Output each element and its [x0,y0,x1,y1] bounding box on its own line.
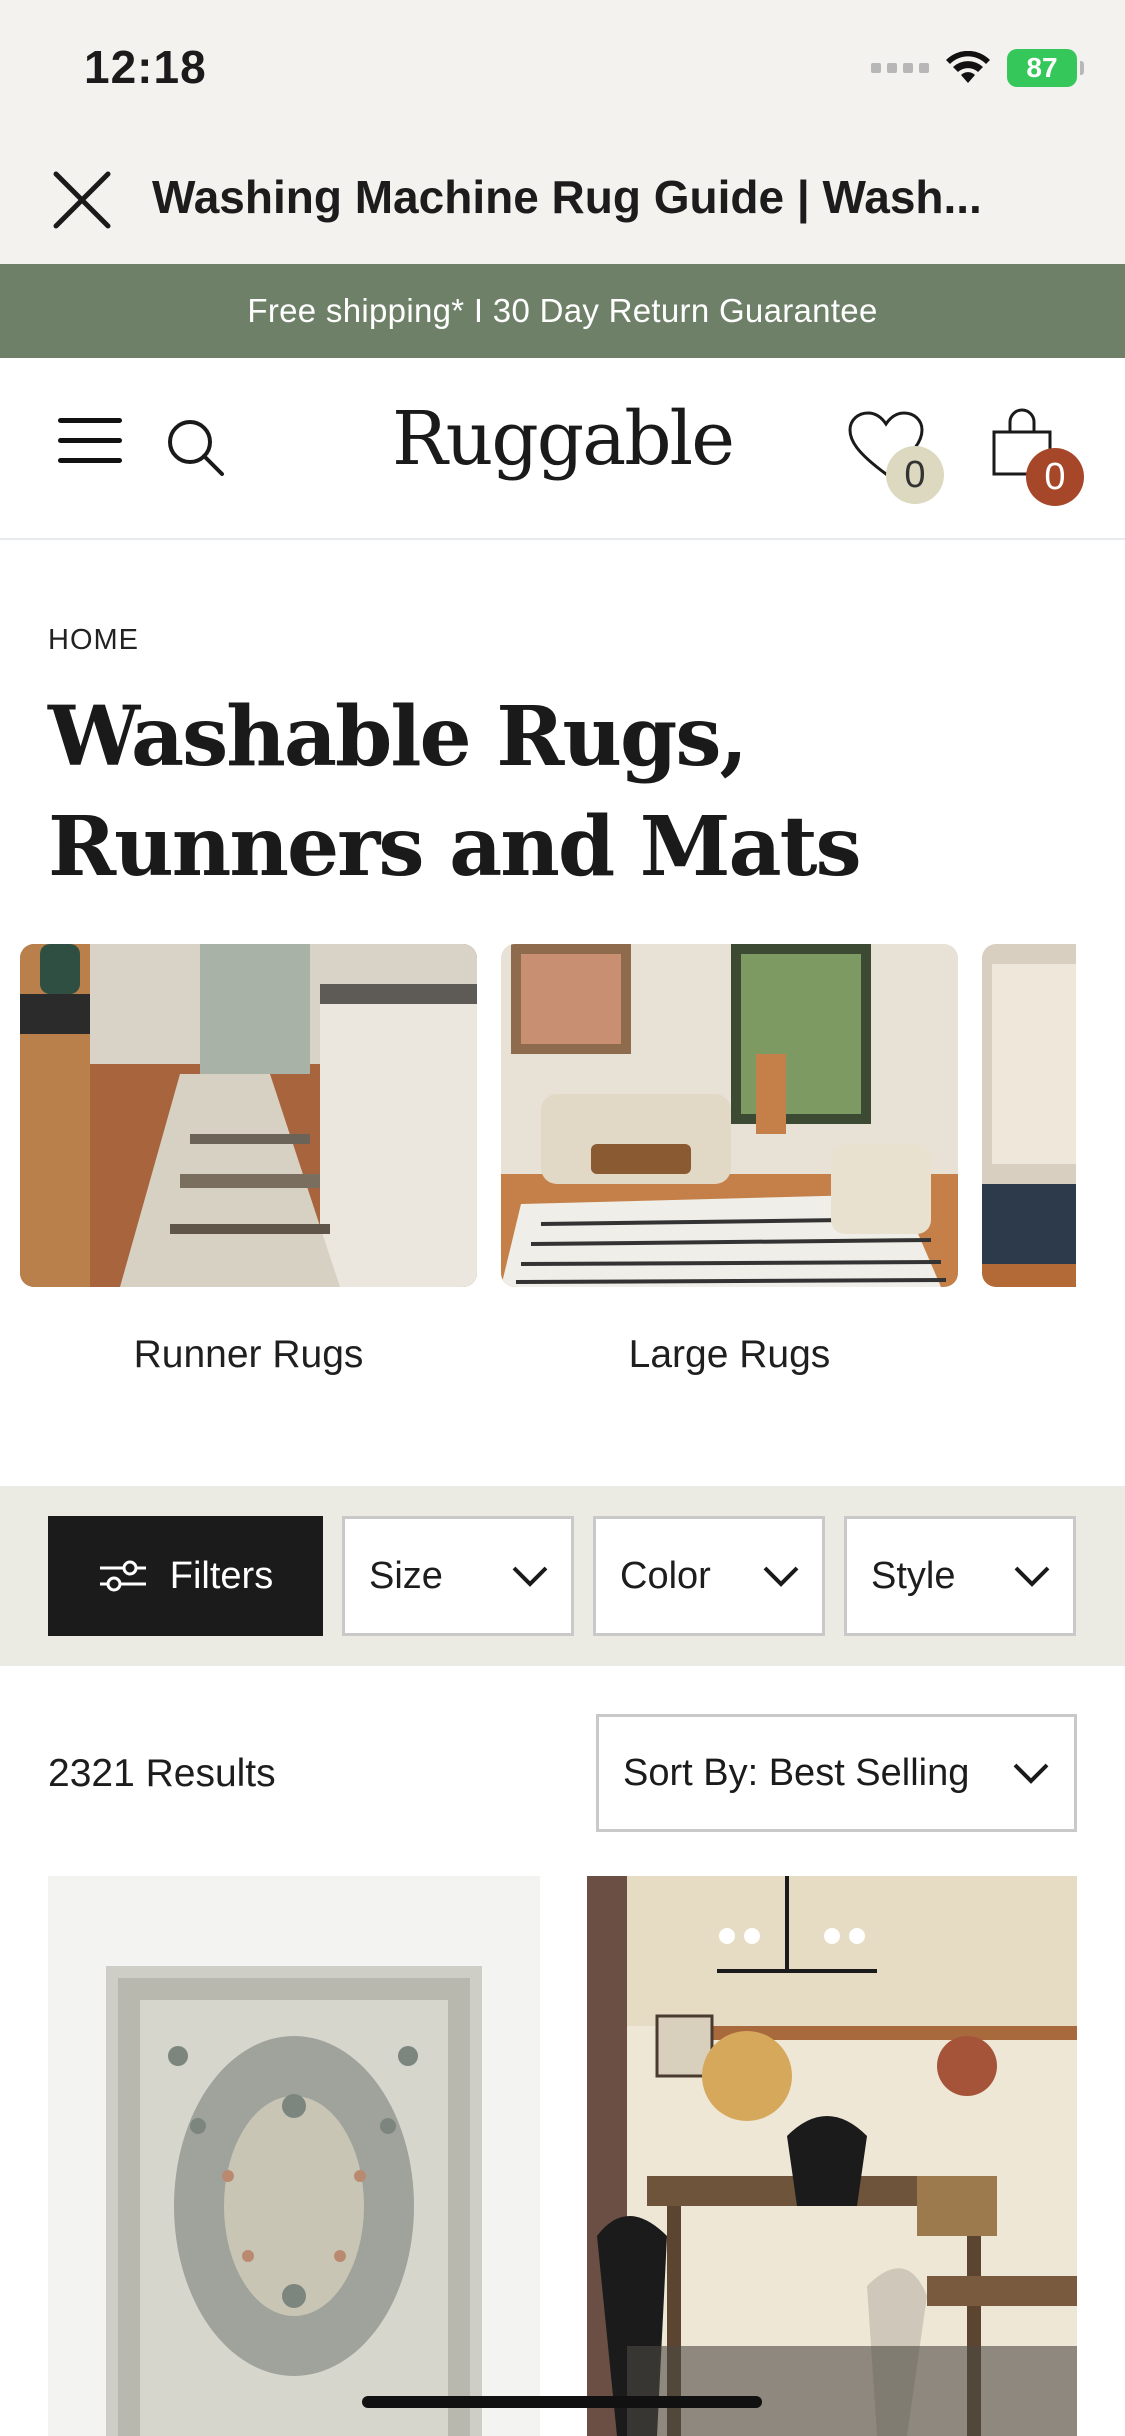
sort-label: Sort By: Best Selling [623,1751,970,1794]
browser-header: 12:18 87 Washing Machine Rug Guide | Was… [0,0,1125,264]
category-carousel[interactable]: Runner Rugs Large Rugs [20,944,1076,1384]
cart-button[interactable]: 0 [990,408,1090,518]
large-rugs-image [501,944,958,1287]
chevron-down-icon [763,1566,799,1587]
style-dropdown[interactable]: Style [844,1516,1076,1636]
category-label: Runner Rugs [133,1333,364,1376]
menu-icon[interactable] [58,418,122,468]
filter-bar: Filters Size Color Style [0,1486,1125,1666]
chevron-down-icon [1013,1763,1049,1784]
cart-count-badge: 0 [1026,448,1084,506]
status-icons: 87 [871,48,1084,88]
breadcrumb-home[interactable]: HOME [48,624,139,657]
category-card-partial[interactable] [982,944,1076,1333]
product-image [48,1876,540,2436]
filters-button[interactable]: Filters [48,1516,323,1636]
category-card-runner-rugs[interactable]: Runner Rugs [20,944,477,1377]
style-label: Style [871,1554,956,1597]
product-card[interactable] [48,1876,540,2436]
site-header: Ruggable 0 0 [0,358,1125,540]
status-time: 12:18 [84,41,207,93]
product-image [587,1876,1077,2436]
runner-rugs-image [20,944,477,1287]
category-label: Large Rugs [628,1333,831,1376]
chevron-down-icon [1014,1566,1050,1587]
home-indicator [362,2396,762,2408]
chevron-down-icon [512,1566,548,1587]
wishlist-count-badge: 0 [886,446,944,504]
bedroom-rugs-image [982,944,1076,1287]
search-icon[interactable] [162,414,228,480]
promo-banner[interactable]: Free shipping* I 30 Day Return Guarantee [0,264,1125,358]
wishlist-button[interactable]: 0 [846,410,956,510]
product-card[interactable] [587,1876,1077,2436]
sliders-icon [99,1560,146,1592]
browser-page-title: Washing Machine Rug Guide | Wash... [152,171,982,223]
results-count: 2321 Results [48,1752,276,1795]
close-icon[interactable] [50,168,114,232]
category-card-large-rugs[interactable]: Large Rugs [501,944,958,1377]
wifi-icon [946,51,990,83]
size-label: Size [369,1554,443,1597]
page-title: Washable Rugs, Runners and Mats [48,689,862,895]
cellular-signal-icon [871,63,929,73]
color-label: Color [620,1554,711,1597]
battery-icon: 87 [1007,49,1084,87]
size-dropdown[interactable]: Size [342,1516,574,1636]
color-dropdown[interactable]: Color [593,1516,825,1636]
filters-label: Filters [169,1554,274,1597]
battery-level: 87 [1026,52,1058,83]
sort-dropdown[interactable]: Sort By: Best Selling [596,1714,1077,1832]
